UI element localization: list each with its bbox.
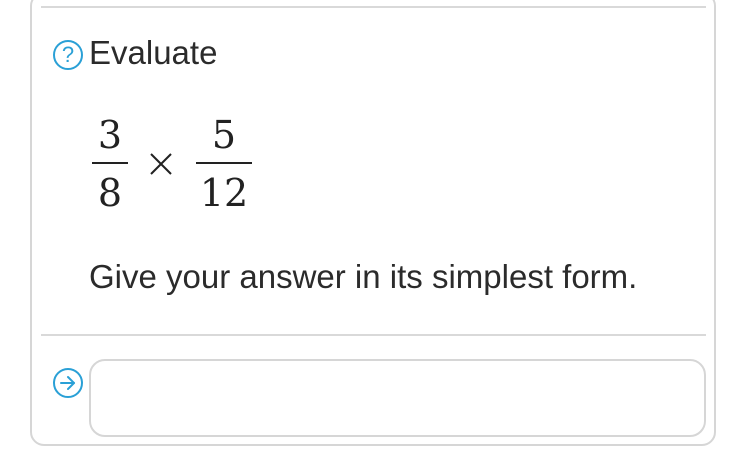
answer-input[interactable] [89,359,706,437]
top-divider [41,6,706,8]
fraction-left-bar [92,162,128,164]
question-mark-glyph: ? [61,42,75,67]
question-help-icon[interactable]: ? [53,40,83,70]
arrow-right-circle-icon[interactable] [53,368,83,398]
fraction-right: 5 12 [196,116,252,212]
multiply-operator [150,153,172,175]
fraction-right-numerator: 5 [211,113,237,157]
fraction-left-numerator: 3 [97,113,123,157]
fraction-left-denominator: 8 [97,171,123,215]
answer-divider [41,334,706,336]
fraction-left: 3 8 [92,116,128,212]
fraction-right-denominator: 12 [199,171,249,215]
fraction-right-bar [196,162,252,164]
answer-instruction: Give your answer in its simplest form. [89,258,638,295]
arrow-right-glyph [60,376,75,390]
question-prompt: Evaluate [89,34,218,71]
